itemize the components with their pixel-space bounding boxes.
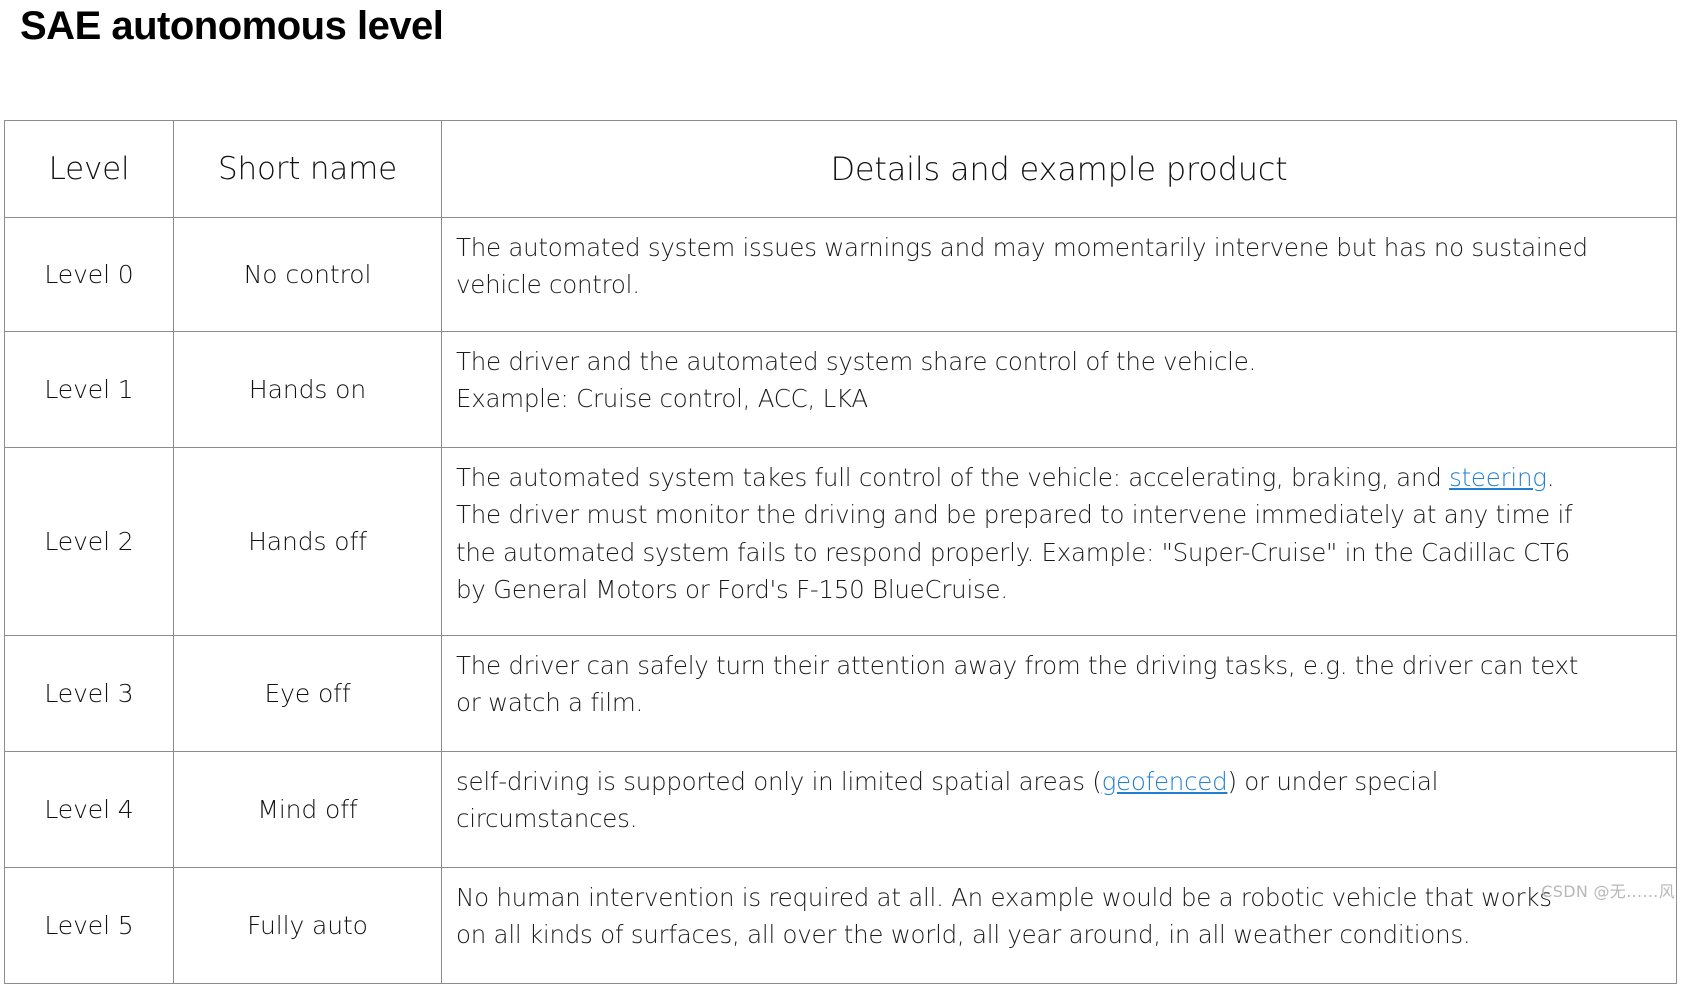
- detail-line: The automated system takes full control …: [456, 459, 1664, 496]
- table-header-row: Level Short name Details and example pro…: [4, 120, 1677, 218]
- cell-details: The driver and the automated system shar…: [441, 331, 1677, 448]
- table-row: Level 3 Eye off The driver can safely tu…: [4, 635, 1677, 752]
- detail-text: The automated system takes full control …: [456, 463, 1450, 492]
- detail-line: Example: Cruise control, ACC, LKA: [456, 384, 868, 414]
- page-title: SAE autonomous level: [20, 4, 444, 48]
- column-header-details: Details and example product: [441, 120, 1677, 218]
- detail-line: vehicle control.: [456, 270, 640, 300]
- table-row: Level 4 Mind off self-driving is support…: [4, 751, 1677, 868]
- column-header-level: Level: [4, 120, 174, 218]
- table-row: Level 1 Hands on The driver and the auto…: [4, 331, 1677, 448]
- cell-details: The driver can safely turn their attenti…: [441, 635, 1677, 752]
- cell-details: The automated system takes full control …: [441, 447, 1677, 636]
- detail-line: No human intervention is required at all…: [456, 883, 1552, 912]
- detail-line: circumstances.: [456, 804, 638, 834]
- cell-short-name: No control: [173, 217, 442, 332]
- geofenced-link[interactable]: geofenced: [1102, 767, 1228, 796]
- detail-text: self-driving is supported only in limite…: [456, 767, 1102, 796]
- cell-level: Level 3: [4, 635, 174, 752]
- cell-level: Level 4: [4, 751, 174, 868]
- table-row: Level 2 Hands off The automated system t…: [4, 447, 1677, 636]
- detail-line: self-driving is supported only in limite…: [456, 763, 1664, 800]
- detail-line: the automated system fails to respond pr…: [456, 537, 1570, 567]
- detail-line: by General Motors or Ford's F-150 BlueCr…: [456, 575, 1008, 605]
- csdn-watermark: CSDN @无……风: [1541, 882, 1675, 901]
- detail-text: .: [1546, 463, 1555, 492]
- steering-link[interactable]: steering: [1449, 463, 1547, 492]
- column-header-short-name: Short name: [173, 120, 442, 218]
- detail-line: The automated system issues warnings and…: [456, 233, 1588, 262]
- table-row: Level 0 No control The automated system …: [4, 217, 1677, 332]
- cell-short-name: Eye off: [173, 635, 442, 752]
- cell-short-name: Fully auto: [173, 867, 442, 984]
- cell-short-name: Hands off: [173, 447, 442, 636]
- detail-line: on all kinds of surfaces, all over the w…: [456, 920, 1471, 950]
- detail-text: ) or under special: [1227, 767, 1439, 796]
- sae-autonomous-level-table: Level Short name Details and example pro…: [4, 120, 1677, 984]
- cell-details: No human intervention is required at all…: [441, 867, 1677, 984]
- detail-line: The driver must monitor the driving and …: [456, 500, 1573, 530]
- table-row: Level 5 Fully auto No human intervention…: [4, 867, 1677, 984]
- cell-level: Level 0: [4, 217, 174, 332]
- cell-level: Level 1: [4, 331, 174, 448]
- cell-details: self-driving is supported only in limite…: [441, 751, 1677, 868]
- cell-short-name: Mind off: [173, 751, 442, 868]
- cell-details: The automated system issues warnings and…: [441, 217, 1677, 332]
- detail-line: The driver and the automated system shar…: [456, 347, 1257, 376]
- cell-level: Level 5: [4, 867, 174, 984]
- detail-line: or watch a film.: [456, 688, 643, 718]
- cell-short-name: Hands on: [173, 331, 442, 448]
- cell-level: Level 2: [4, 447, 174, 636]
- detail-line: The driver can safely turn their attenti…: [456, 651, 1579, 680]
